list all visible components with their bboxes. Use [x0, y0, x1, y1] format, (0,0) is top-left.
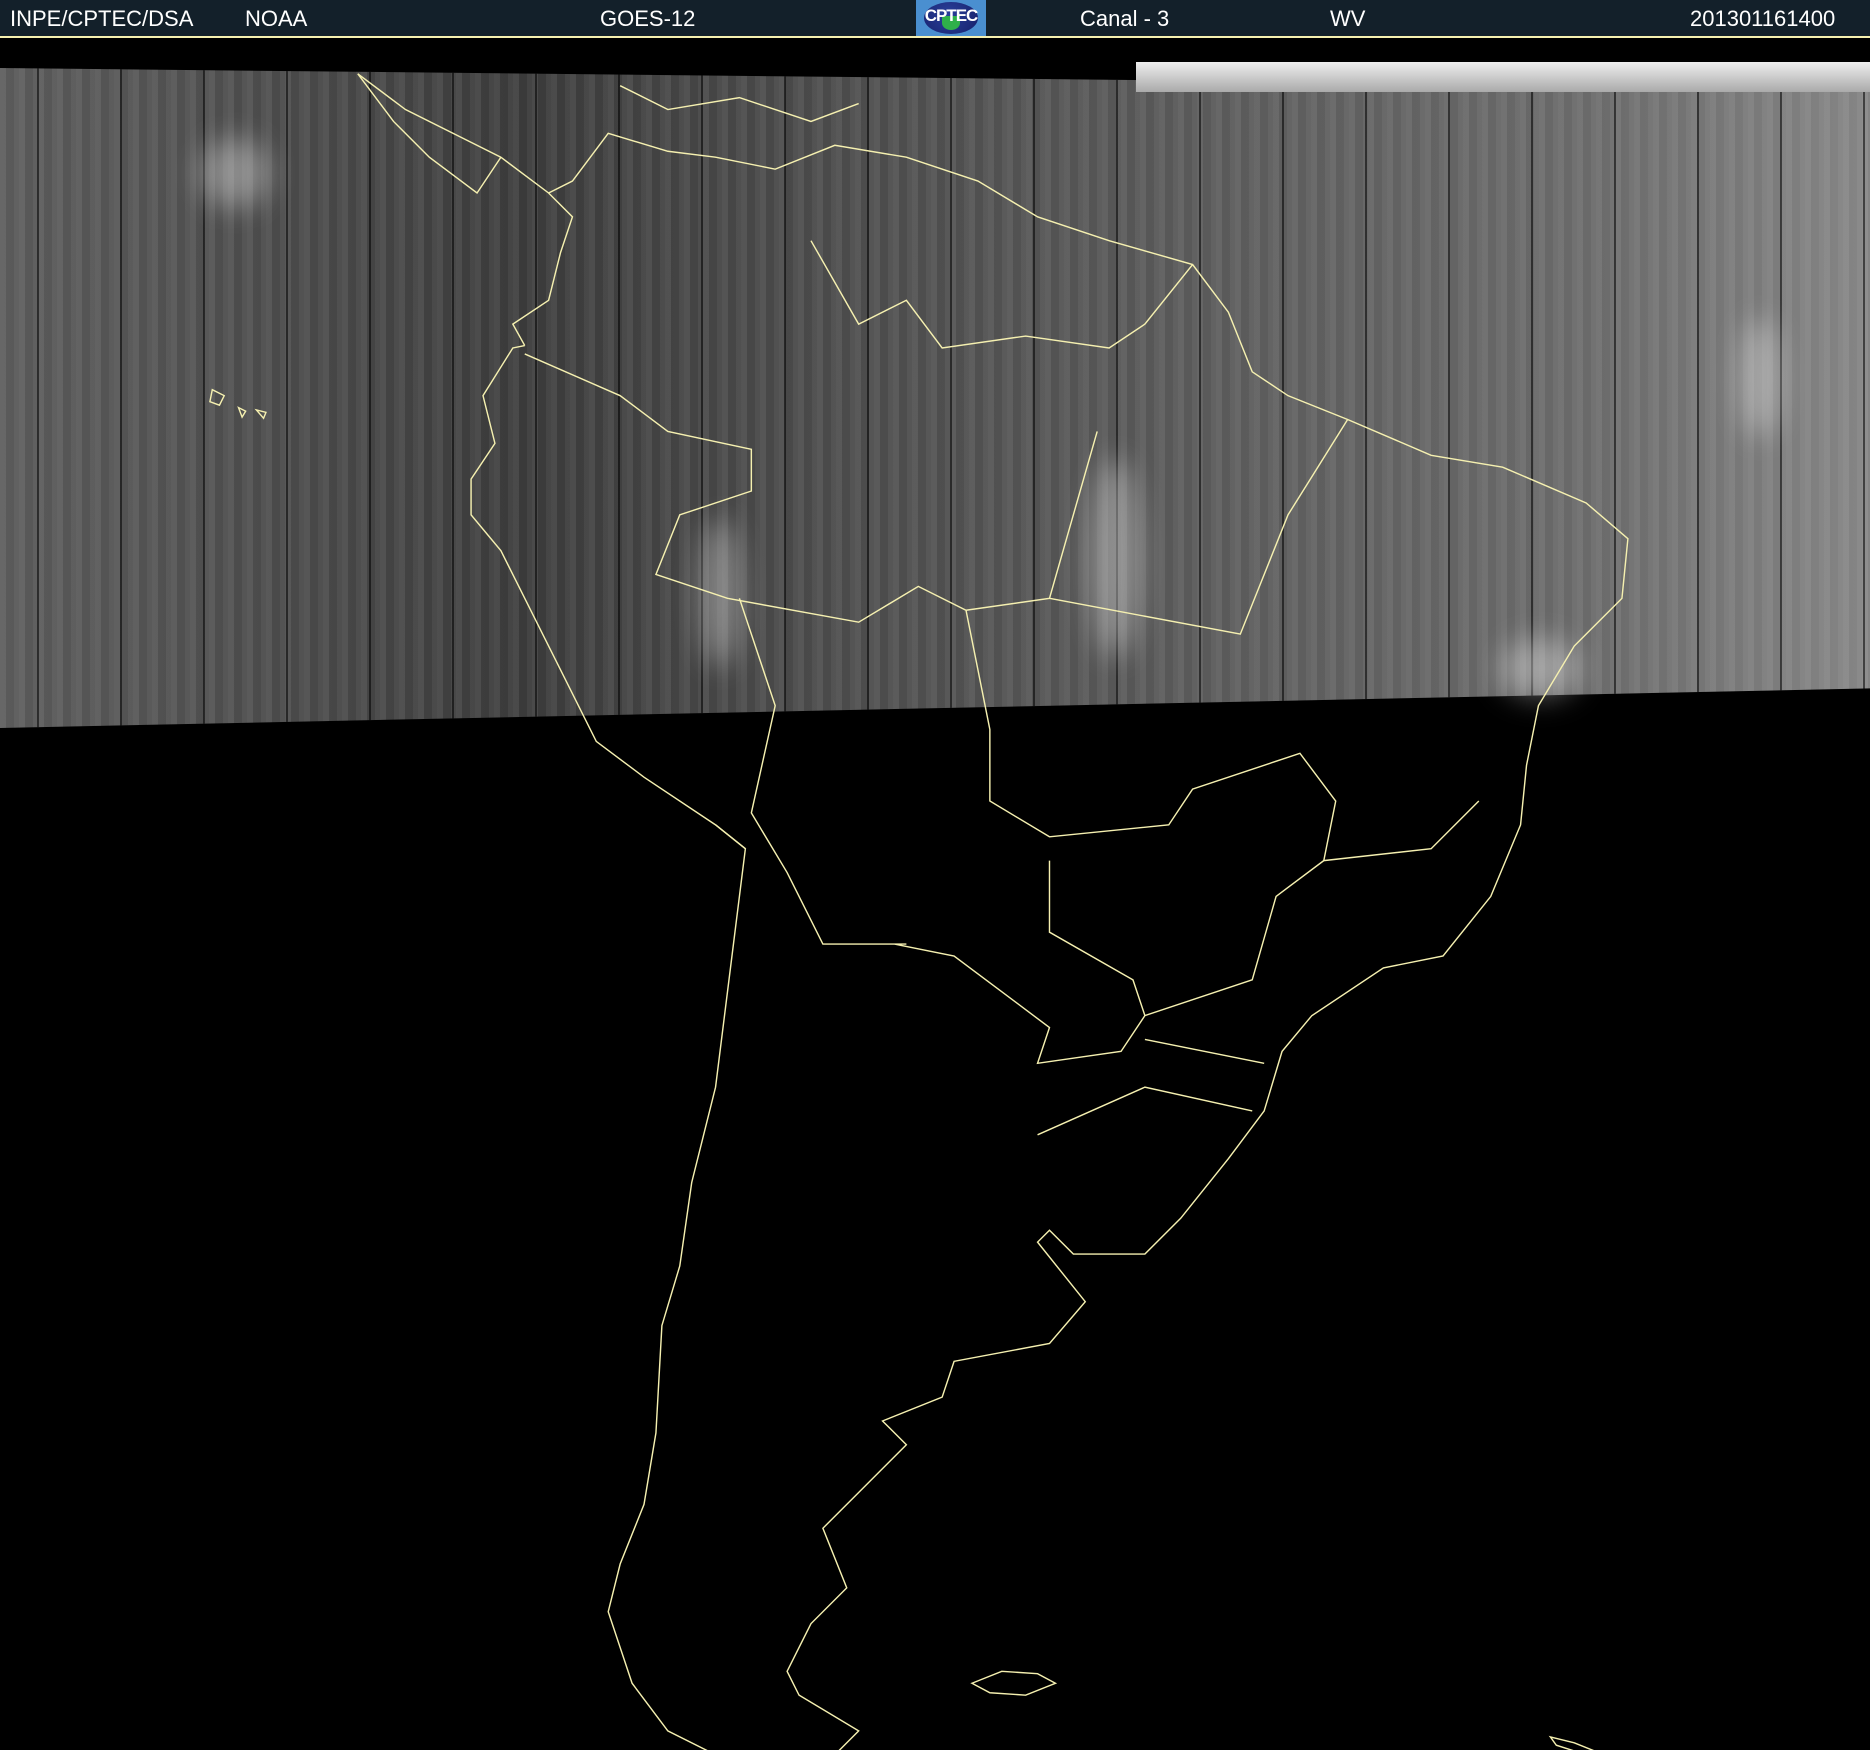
image-header-bar: INPE/CPTEC/DSA NOAA GOES-12 CPTEC Canal …	[0, 0, 1870, 38]
timestamp-label: 201301161400	[1690, 6, 1836, 31]
country-borders	[524, 240, 1480, 1136]
provider-label: NOAA	[245, 6, 308, 31]
falkland-islands	[970, 1670, 1058, 1696]
galapagos-islands	[209, 388, 267, 420]
cptec-logo: CPTEC	[916, 0, 986, 36]
agency-label: INPE/CPTEC/DSA	[10, 6, 194, 31]
coastline-overlay	[209, 73, 1629, 1750]
satellite-label: GOES-12	[600, 6, 696, 31]
satellite-image	[0, 38, 1870, 1750]
logo-text: CPTEC	[924, 6, 979, 25]
band-label: WV	[1330, 6, 1366, 31]
south-georgia	[1548, 1735, 1595, 1750]
south-america-coastline	[357, 73, 1629, 1750]
channel-label: Canal - 3	[1080, 6, 1170, 31]
